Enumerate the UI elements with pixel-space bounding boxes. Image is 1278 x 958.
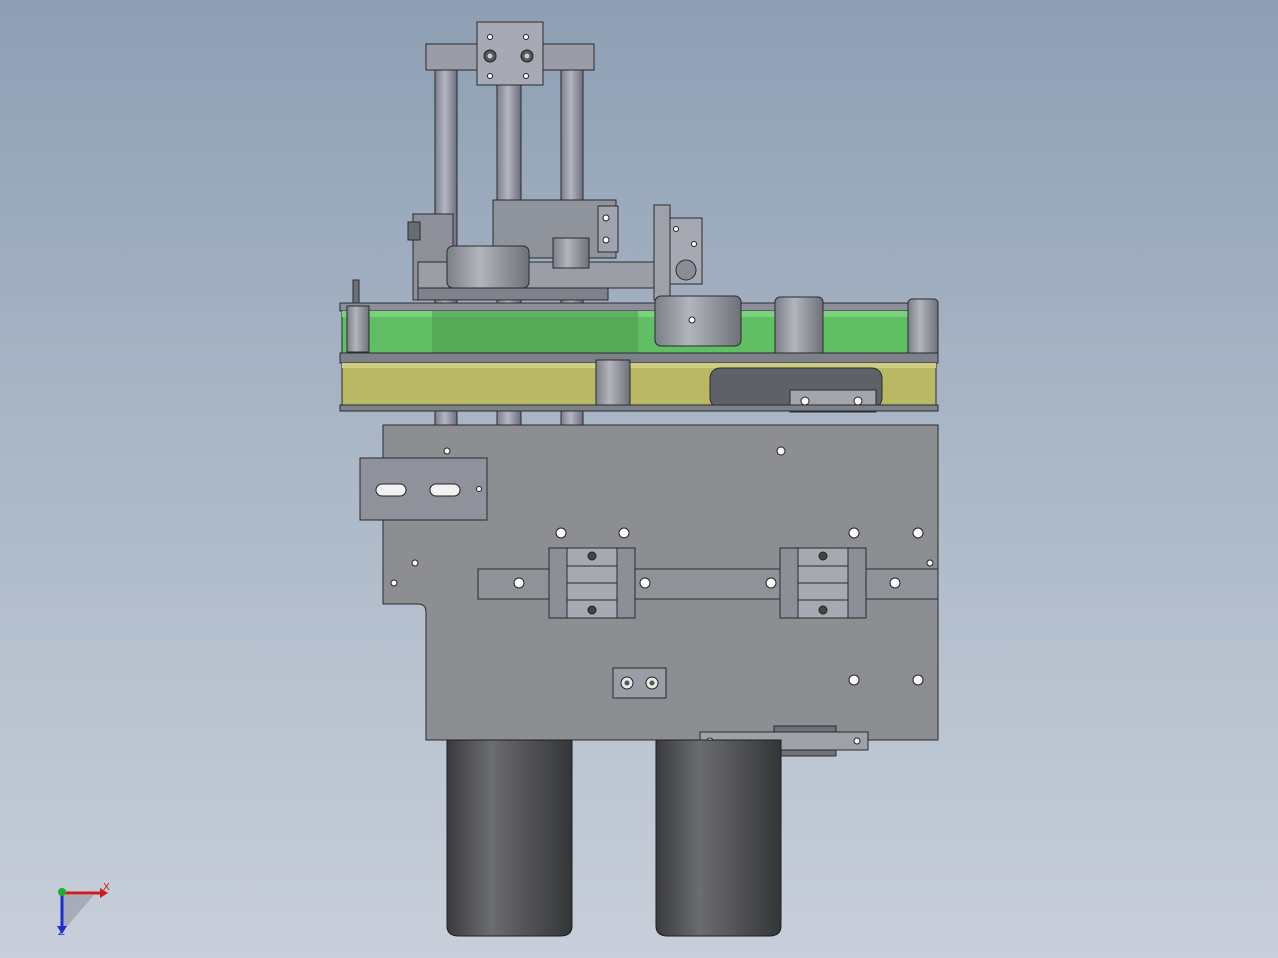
rail-carriage-right (779, 547, 867, 619)
triad-x-label: X (103, 882, 110, 893)
bushing-right (552, 237, 590, 269)
connector-plate (612, 667, 667, 699)
green-conveyor-belt (341, 310, 937, 354)
belt-idler-left (346, 305, 370, 353)
belt-roller-center (774, 296, 824, 360)
cad-model-viewport[interactable] (0, 0, 1278, 958)
sensor-post (352, 279, 360, 305)
yellow-belt-roller-1 (595, 359, 631, 409)
belt-frame-bottom (339, 404, 939, 412)
top-mount-block (476, 21, 544, 86)
belt-frame-mid (339, 352, 939, 364)
belt-idler-right (907, 298, 939, 356)
drive-pulley (654, 295, 742, 347)
rail-carriage-left (548, 547, 636, 619)
motor-left (446, 739, 573, 937)
triad-z-label: Z (58, 927, 65, 938)
bushing-left (446, 245, 530, 289)
belt-frame-top (339, 302, 939, 312)
side-mount-block (359, 447, 488, 521)
angle-bracket (653, 204, 703, 301)
linear-guide-rail (477, 568, 939, 600)
motor-right (655, 739, 782, 937)
